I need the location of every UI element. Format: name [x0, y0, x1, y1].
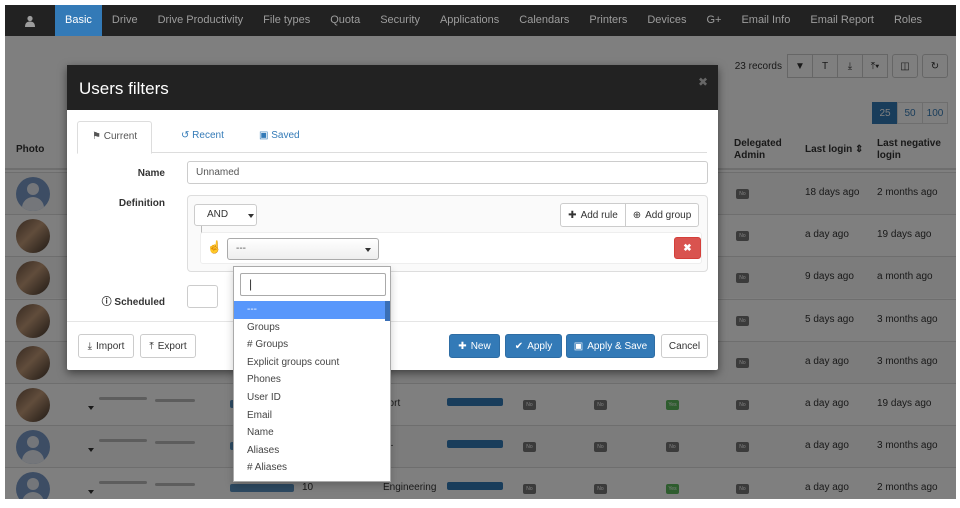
nav-basic[interactable]: Basic — [55, 5, 102, 36]
nav-email-report[interactable]: Email Report — [800, 5, 884, 36]
condition-value: AND — [207, 209, 229, 220]
new-label: New — [470, 340, 491, 352]
import-label: Import — [96, 340, 125, 352]
add-rule-button[interactable]: ✚ Add rule — [560, 203, 626, 227]
apply-label: Apply — [527, 340, 553, 352]
tab-saved[interactable]: ▣ Saved — [245, 121, 314, 153]
plus-icon: ✚ — [568, 209, 577, 221]
app-window: Basic Drive Drive Productivity File type… — [5, 5, 956, 499]
nav-drive-productivity[interactable]: Drive Productivity — [148, 5, 254, 36]
nav-email-info[interactable]: Email Info — [731, 5, 800, 36]
plus-icon: ✚ — [458, 340, 467, 352]
top-navbar: Basic Drive Drive Productivity File type… — [5, 5, 956, 36]
nav-file-types[interactable]: File types — [253, 5, 320, 36]
dropdown-option[interactable]: Phones — [234, 371, 390, 389]
filter-name-input[interactable]: Unnamed — [187, 161, 708, 184]
tab-current-label: Current — [103, 131, 138, 142]
modal-title: Users filters — [79, 79, 169, 98]
nav-roles[interactable]: Roles — [884, 5, 932, 36]
nav-drive[interactable]: Drive — [102, 5, 148, 36]
scheduled-label: ⓘ Scheduled — [97, 293, 165, 308]
modal-footer: ⤓ Import ⤒ Export ✚ New ✔ Apply ▣ Apply & Sav… — [67, 321, 718, 370]
rule-row: ☝ --- ✖ — [200, 232, 702, 264]
definition-label: Definition — [118, 198, 165, 209]
import-button[interactable]: ⤓ Import — [78, 334, 134, 358]
delete-rule-button[interactable]: ✖ — [674, 237, 701, 259]
dropdown-option[interactable]: Explicit groups count — [234, 354, 390, 372]
dropdown-option[interactable]: Aliases — [234, 442, 390, 460]
tab-recent[interactable]: ↺ Recent — [167, 121, 238, 153]
close-icon: ✖ — [683, 242, 692, 254]
drag-hand-icon[interactable]: ☝ — [207, 240, 222, 254]
add-group-button[interactable]: ⊕ Add group — [625, 203, 699, 227]
nav-calendars[interactable]: Calendars — [509, 5, 579, 36]
tab-current[interactable]: ⚑ Current — [77, 121, 153, 154]
save-icon: ▣ — [573, 340, 584, 352]
add-group-label: Add group — [645, 209, 692, 221]
chevron-down-icon — [365, 248, 371, 252]
check-icon: ✔ — [514, 340, 524, 352]
dropdown-options: --- Groups # Groups Explicit groups count Ph… — [234, 301, 390, 477]
dropdown-option[interactable]: # Groups — [234, 336, 390, 354]
new-button[interactable]: ✚ New — [449, 334, 500, 358]
filter-tabs: ⚑ Current ↺ Recent ▣ Saved — [77, 121, 707, 154]
dropdown-option[interactable]: Name — [234, 424, 390, 442]
dropdown-option[interactable]: Groups — [234, 319, 390, 337]
save-icon: ▣ — [259, 130, 269, 141]
chevron-down-icon — [248, 214, 254, 218]
nav-gplus[interactable]: G+ — [696, 5, 731, 36]
nav-security[interactable]: Security — [370, 5, 430, 36]
nav-printers[interactable]: Printers — [579, 5, 637, 36]
name-label: Name — [137, 168, 165, 179]
apply-save-button[interactable]: ▣ Apply & Save — [566, 334, 655, 358]
user-icon[interactable] — [5, 5, 55, 36]
scheduled-checkbox[interactable] — [187, 285, 218, 308]
query-builder: AND ✚ Add rule ⊕ Add group ☝ --- ✖ — [187, 195, 708, 272]
export-label: Export — [157, 340, 187, 352]
apply-button[interactable]: ✔ Apply — [505, 334, 562, 358]
rule-field-value: --- — [236, 243, 246, 254]
export-icon: ⤒ — [149, 340, 154, 352]
nav-applications[interactable]: Applications — [430, 5, 509, 36]
add-rule-label: Add rule — [580, 209, 618, 221]
tab-recent-label: Recent — [192, 130, 224, 141]
tab-saved-label: Saved — [271, 130, 300, 141]
nav-devices[interactable]: Devices — [637, 5, 696, 36]
nav-quota[interactable]: Quota — [320, 5, 370, 36]
close-icon[interactable]: ✖ — [698, 75, 708, 89]
rule-field-select[interactable]: --- — [227, 238, 379, 260]
field-dropdown: | --- Groups # Groups Explicit groups count… — [233, 266, 391, 482]
dropdown-option[interactable]: --- — [234, 301, 390, 319]
dropdown-option[interactable]: User ID — [234, 389, 390, 407]
scheduled-label-text: Scheduled — [114, 297, 165, 308]
export-button[interactable]: ⤒ Export — [140, 334, 196, 358]
history-icon: ↺ — [181, 130, 190, 141]
users-filters-modal: Users filters ✖ ⚑ Current ↺ Recent ▣ Sav… — [67, 65, 718, 370]
apply-save-label: Apply & Save — [587, 340, 648, 352]
dropdown-search-input[interactable]: | — [240, 273, 386, 296]
condition-select[interactable]: AND — [194, 204, 257, 226]
info-icon: ⓘ — [101, 297, 112, 308]
import-icon: ⤓ — [87, 340, 93, 352]
plus-circle-icon: ⊕ — [632, 209, 642, 221]
dropdown-scrollbar[interactable] — [385, 301, 390, 321]
dropdown-option[interactable]: # Aliases — [234, 459, 390, 477]
dropdown-option[interactable]: Email — [234, 407, 390, 425]
cancel-button[interactable]: Cancel — [661, 334, 708, 358]
tag-icon: ⚑ — [92, 131, 101, 142]
modal-header: Users filters ✖ — [67, 65, 718, 110]
